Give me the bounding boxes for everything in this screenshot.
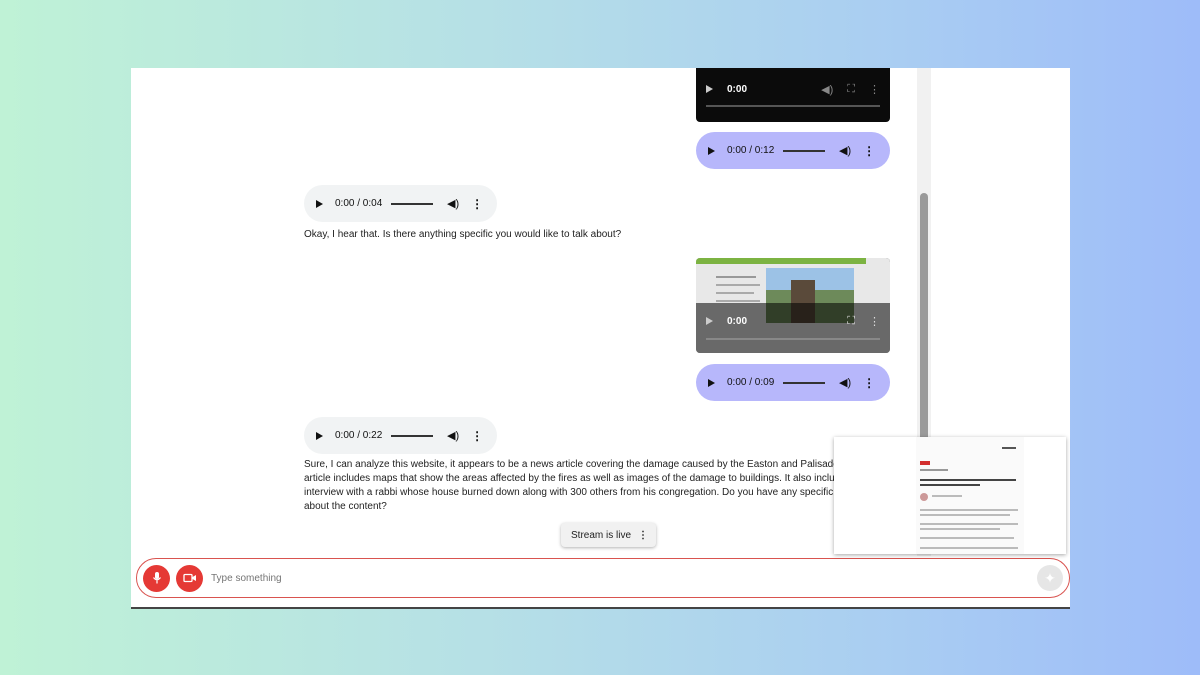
audio-time: 0:00 / 0:04 [335,198,383,209]
send-button[interactable]: ✦ [1037,565,1063,591]
bot-audio-message[interactable]: 0:00 / 0:22 ◀) ⋮ [304,417,497,454]
audio-time: 0:00 / 0:22 [335,430,383,441]
screen-share-preview[interactable] [834,437,1066,554]
play-icon[interactable] [708,146,715,155]
more-vert-icon[interactable]: ⋮ [471,429,483,443]
text-line: article includes maps that show the area… [304,473,846,484]
video-progress[interactable] [706,105,880,107]
fullscreen-icon[interactable]: ⛶ [847,315,855,328]
preview-page [916,437,1024,554]
fullscreen-icon[interactable]: ⛶ [847,83,855,96]
message-input[interactable] [211,572,911,584]
videocam-icon [182,573,196,583]
stream-status-chip[interactable]: Stream is live ⋮ [561,523,657,547]
play-icon[interactable] [316,199,323,208]
volume-icon[interactable]: ◀) [839,144,851,157]
more-vert-icon[interactable]: ⋮ [869,83,880,96]
audio-progress[interactable] [783,381,825,384]
video-time: 0:00 [727,83,748,95]
user-audio-message[interactable]: 0:00 / 0:12 ◀) ⋮ [696,132,890,169]
scrollbar-thumb[interactable] [920,193,928,443]
more-vert-icon[interactable]: ⋮ [869,315,880,328]
video-time: 0:00 [727,315,748,327]
more-vert-icon[interactable]: ⋮ [863,144,875,158]
volume-icon[interactable]: ◀) [839,376,851,389]
play-icon[interactable] [708,378,715,387]
more-vert-icon[interactable]: ⋮ [638,530,648,541]
stream-status-label: Stream is live [571,529,632,541]
audio-time: 0:00 / 0:12 [727,145,775,156]
bot-text-message: Okay, I hear that. Is there anything spe… [304,229,622,240]
user-video-message[interactable]: 0:00 ◀) ⛶ ⋮ [696,68,890,122]
user-audio-message[interactable]: 0:00 / 0:09 ◀) ⋮ [696,364,890,401]
more-vert-icon[interactable]: ⋮ [863,376,875,390]
text-line: about the content? [304,501,387,512]
chat-log: 0:00 ◀) ⛶ ⋮ 0:00 / 0:12 ◀) ⋮ 0:00 / 0:04… [131,68,916,556]
camera-button[interactable] [176,564,203,592]
play-icon[interactable] [706,317,713,325]
sparkle-send-icon: ✦ [1044,569,1056,586]
text-line: interview with a rabbi whose house burne… [304,487,848,498]
volume-icon[interactable]: ◀) [821,83,833,96]
audio-progress[interactable] [391,202,433,205]
user-video-message[interactable]: 0:00 ⛶ ⋮ [696,258,890,353]
audio-progress[interactable] [391,434,433,437]
bot-audio-message[interactable]: 0:00 / 0:04 ◀) ⋮ [304,185,497,222]
play-icon[interactable] [316,431,323,440]
message-input-bar: ✦ [136,558,1070,598]
text-line: Sure, I can analyze this website, it app… [304,459,852,470]
volume-icon[interactable]: ◀) [447,197,459,210]
bot-text-message: Sure, I can analyze this website, it app… [304,458,904,514]
video-progress[interactable] [706,338,880,340]
volume-icon[interactable]: ◀) [447,429,459,442]
mic-button[interactable] [143,564,170,592]
mic-icon [152,572,161,584]
audio-progress[interactable] [783,149,825,152]
play-icon[interactable] [706,85,713,93]
more-vert-icon[interactable]: ⋮ [471,197,483,211]
audio-time: 0:00 / 0:09 [727,377,775,388]
